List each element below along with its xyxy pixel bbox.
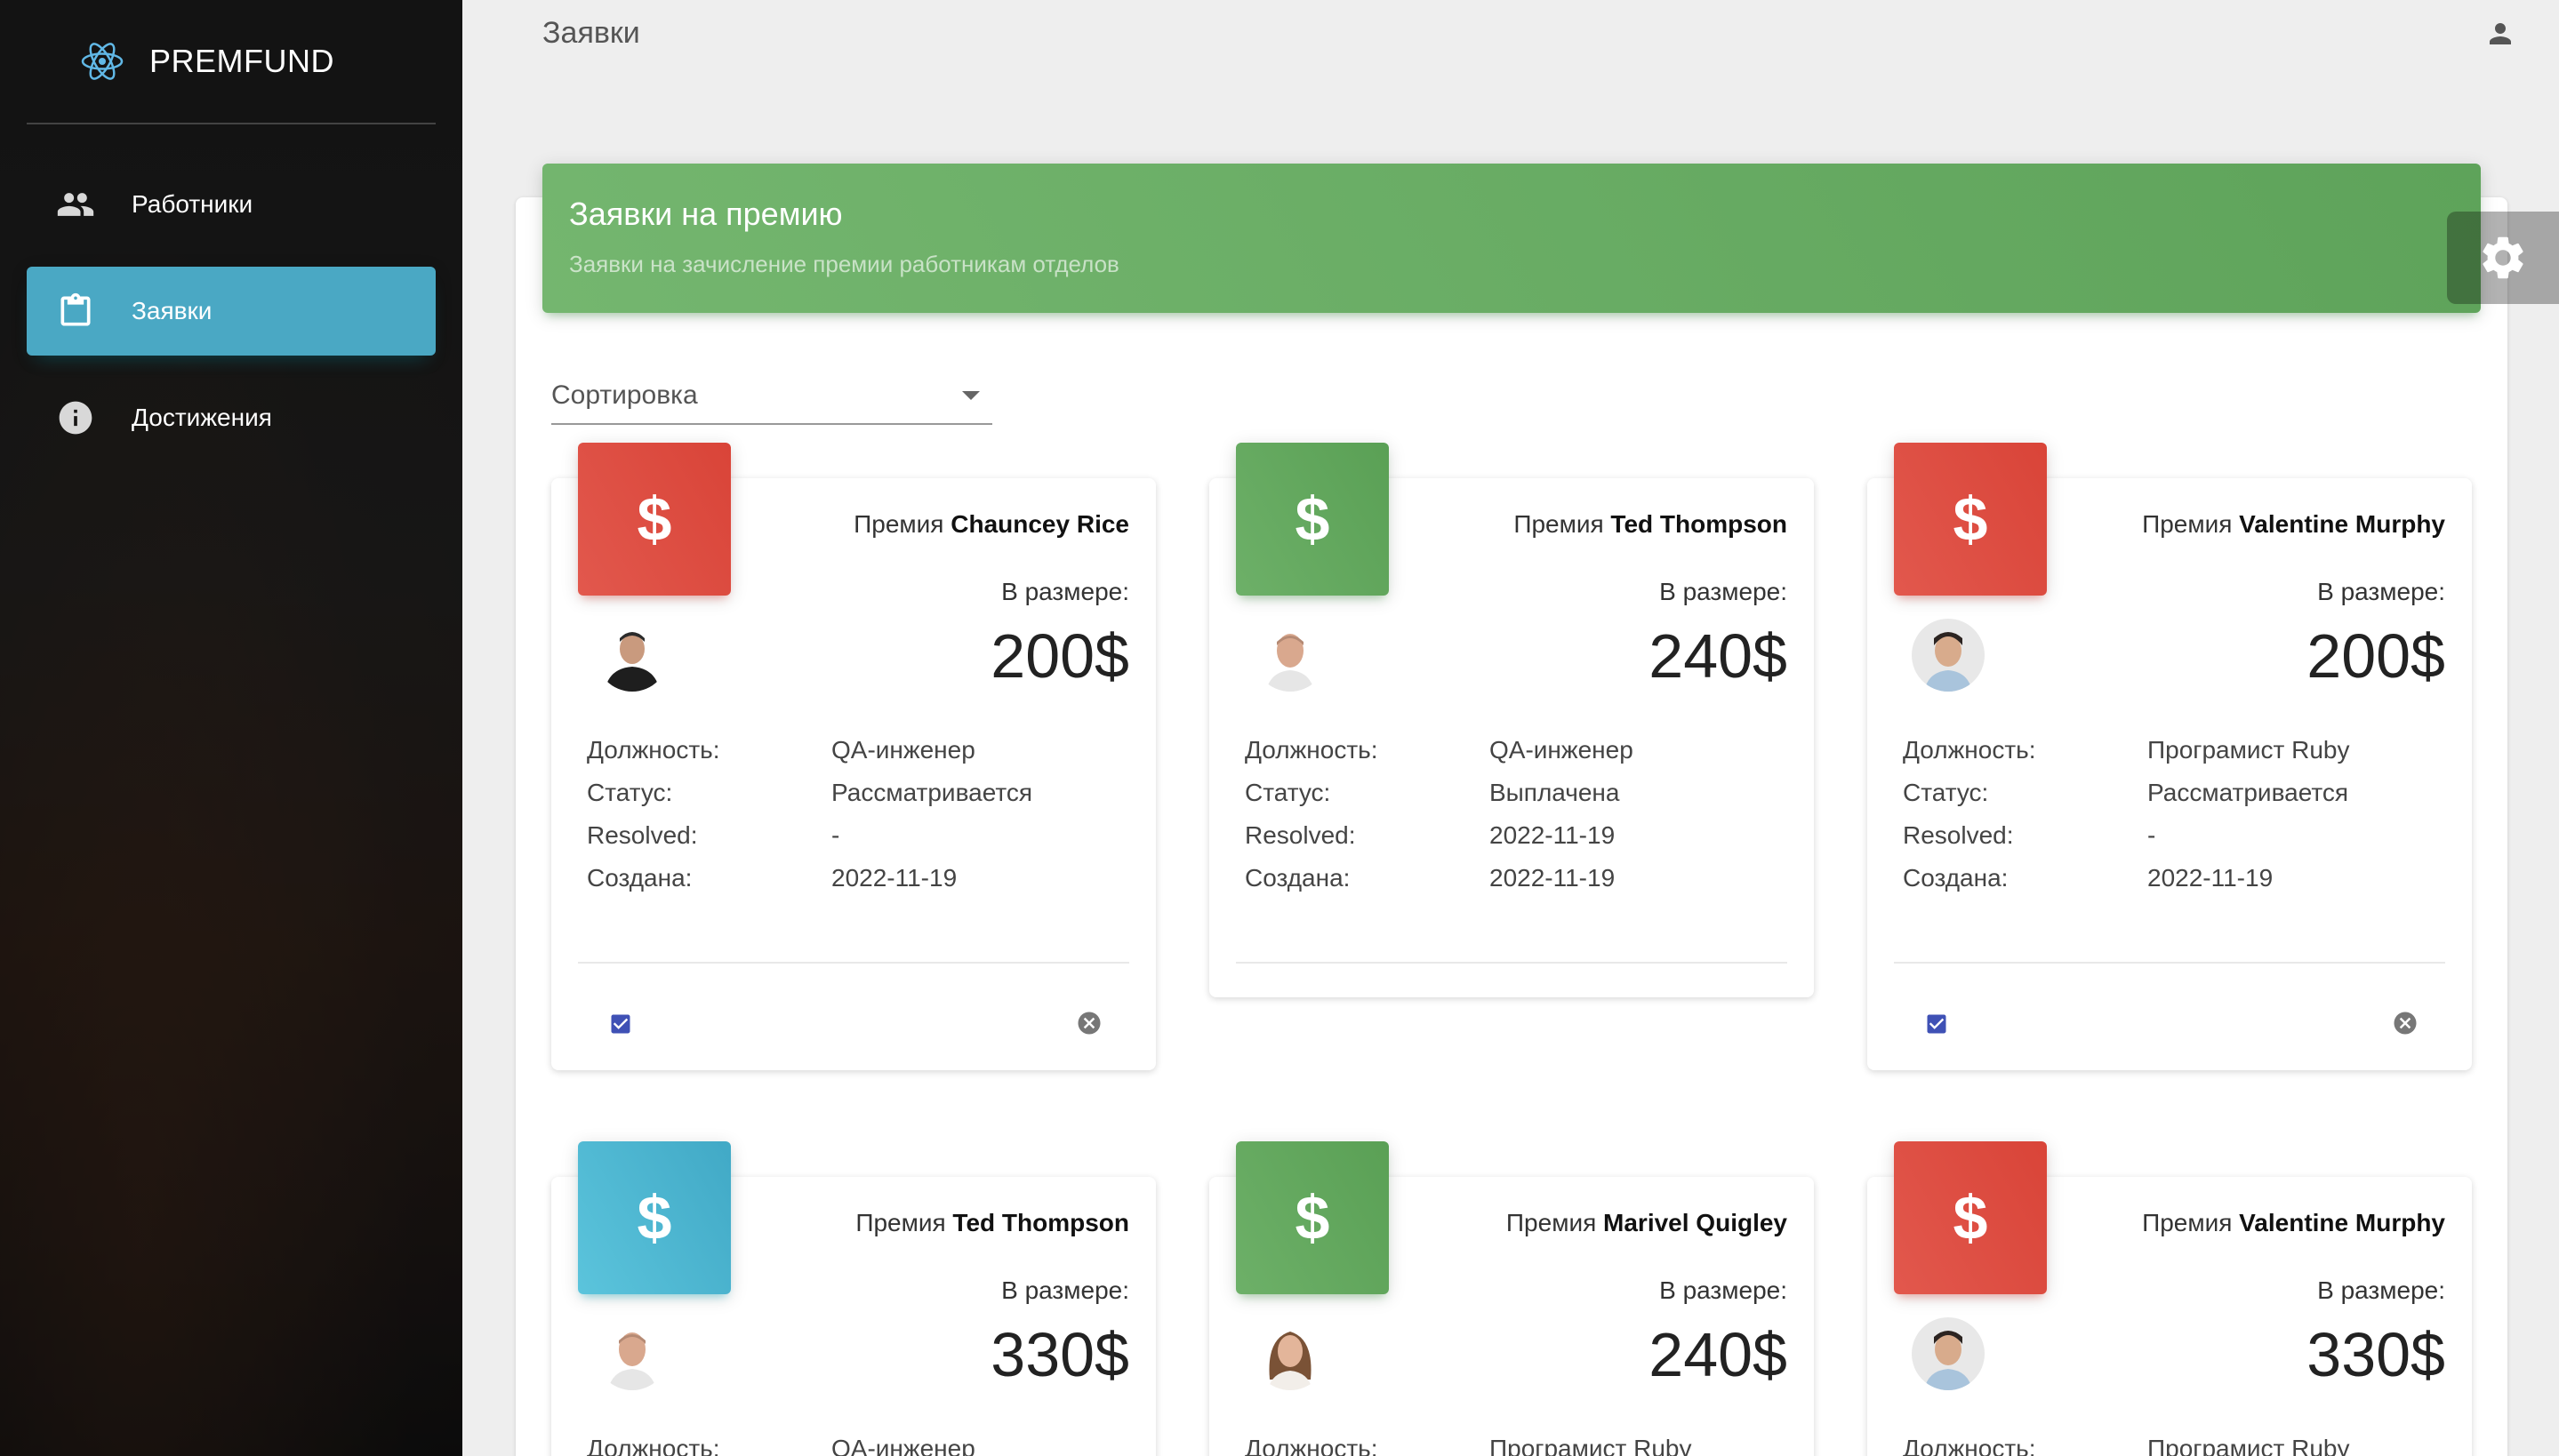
amount-label: В размере: [1659, 1276, 1787, 1304]
sidebar-item-requests[interactable]: Заявки [27, 267, 436, 356]
status-value: Выплачена [1489, 779, 1620, 806]
details: Должность: QA-инженер Статус: Выплачена Re… [1245, 736, 1796, 907]
details: Должность: QA-инженер [587, 1435, 1138, 1456]
reject-close-icon[interactable] [1076, 1010, 1103, 1036]
dollar-icon: $ [1236, 443, 1389, 596]
bonus-card: $ Премия Ted Thompson В размере: 330$ До… [551, 1141, 1156, 1456]
info-icon [55, 397, 96, 438]
card-header: Заявки на премию Заявки на зачисление пр… [542, 164, 2481, 313]
sidebar-nav: Работники Заявки Достижения [0, 160, 462, 462]
divider [1894, 962, 2445, 964]
sidebar-item-label: Достижения [132, 404, 272, 431]
card-header-subtitle: Заявки на зачисление премии работникам о… [569, 251, 1119, 277]
avatar [1254, 1317, 1327, 1390]
top-bar: Заявки [462, 0, 2559, 71]
details: Должность: Програмист Ruby [1903, 1435, 2454, 1456]
dollar-icon: $ [578, 1141, 731, 1294]
amount-label: В размере: [2317, 578, 2445, 605]
bonus-title: Премия Marivel Quigley [1505, 1209, 1787, 1236]
position-value: Програмист Ruby [2147, 736, 2350, 764]
clipboard-icon [55, 291, 96, 332]
created-value: 2022-11-19 [1489, 864, 1616, 892]
settings-button[interactable] [2447, 212, 2559, 304]
gear-icon [2483, 236, 2523, 279]
bonus-title: Премия Ted Thompson [855, 1209, 1129, 1236]
details: Должность: Програмист Ruby Статус: Рассмат… [1903, 736, 2454, 907]
avatar [596, 619, 669, 692]
sort-label: Сортировка [551, 380, 698, 410]
atom-logo-icon [81, 43, 124, 80]
sidebar-item-achievements[interactable]: Достижения [27, 373, 436, 462]
amount-label: В размере: [1001, 1276, 1129, 1304]
resolved-value: - [2147, 821, 2156, 849]
divider [578, 962, 1129, 964]
bonus-amount: 240$ [1649, 621, 1787, 691]
bonus-title: Премия Valentine Murphy [2142, 510, 2445, 538]
bonus-card: $ Премия Marivel Quigley В размере: 240$… [1209, 1141, 1814, 1456]
created-value: 2022-11-19 [831, 864, 958, 892]
sidebar: PREMFUND Работники Заявки Достижения [0, 0, 462, 1456]
position-value: Програмист Ruby [2147, 1435, 2350, 1456]
bonus-card: $ Премия Valentine Murphy В размере: 200… [1867, 443, 2472, 1070]
bonus-amount: 200$ [2306, 621, 2445, 691]
dollar-icon: $ [1894, 1141, 2047, 1294]
bonus-title: Премия Valentine Murphy [2142, 1209, 2445, 1236]
status-value: Рассматривается [831, 779, 1033, 806]
bonus-title: Премия Chauncey Rice [854, 510, 1129, 538]
bonus-card: $ Премия Ted Thompson В размере: 240$ До… [1209, 443, 1814, 997]
avatar [1254, 619, 1327, 692]
created-value: 2022-11-19 [2147, 864, 2274, 892]
avatar [1912, 619, 1985, 692]
bonus-card: $ Премия Valentine Murphy В размере: 330… [1867, 1141, 2472, 1456]
bonus-amount: 240$ [1649, 1320, 1787, 1389]
position-value: QA-инженер [831, 736, 975, 764]
position-value: QA-инженер [1489, 736, 1633, 764]
details: Должность: QA-инженер Статус: Рассматривае… [587, 736, 1138, 907]
brand-name: PREMFUND [149, 43, 334, 79]
page-title: Заявки [542, 16, 640, 50]
reject-close-icon[interactable] [2392, 1010, 2419, 1036]
approve-checkbox-icon[interactable] [1924, 1012, 1949, 1036]
bonus-title: Премия Ted Thompson [1513, 510, 1787, 538]
approve-checkbox-icon[interactable] [608, 1012, 633, 1036]
amount-label: В размере: [1001, 578, 1129, 605]
bonus-amount: 200$ [991, 621, 1129, 691]
avatar [596, 1317, 669, 1390]
people-icon [55, 184, 96, 225]
avatar [1912, 1317, 1985, 1390]
sort-select[interactable]: Сортировка [551, 373, 992, 425]
bonus-amount: 330$ [991, 1320, 1129, 1389]
dollar-icon: $ [578, 443, 731, 596]
sidebar-item-label: Работники [132, 190, 253, 218]
card-header-title: Заявки на премию [569, 196, 843, 232]
amount-label: В размере: [1659, 578, 1787, 605]
sidebar-item-label: Заявки [132, 297, 213, 324]
position-value: QA-инженер [831, 1435, 975, 1456]
bonus-amount: 330$ [2306, 1320, 2445, 1389]
dollar-icon: $ [1894, 443, 2047, 596]
bonus-card: $ Премия Chauncey Rice В размере: 200$ Д… [551, 443, 1156, 1070]
resolved-value: 2022-11-19 [1489, 821, 1616, 849]
brand[interactable]: PREMFUND [27, 0, 436, 124]
dropdown-caret-icon [962, 391, 980, 400]
amount-label: В размере: [2317, 1276, 2445, 1304]
divider [1236, 962, 1787, 964]
position-value: Програмист Ruby [1489, 1435, 1692, 1456]
resolved-value: - [831, 821, 840, 849]
status-value: Рассматривается [2147, 779, 2349, 806]
dollar-icon: $ [1236, 1141, 1389, 1294]
details: Должность: Програмист Ruby [1245, 1435, 1796, 1456]
sidebar-item-workers[interactable]: Работники [27, 160, 436, 249]
user-account-icon[interactable] [2484, 18, 2520, 53]
